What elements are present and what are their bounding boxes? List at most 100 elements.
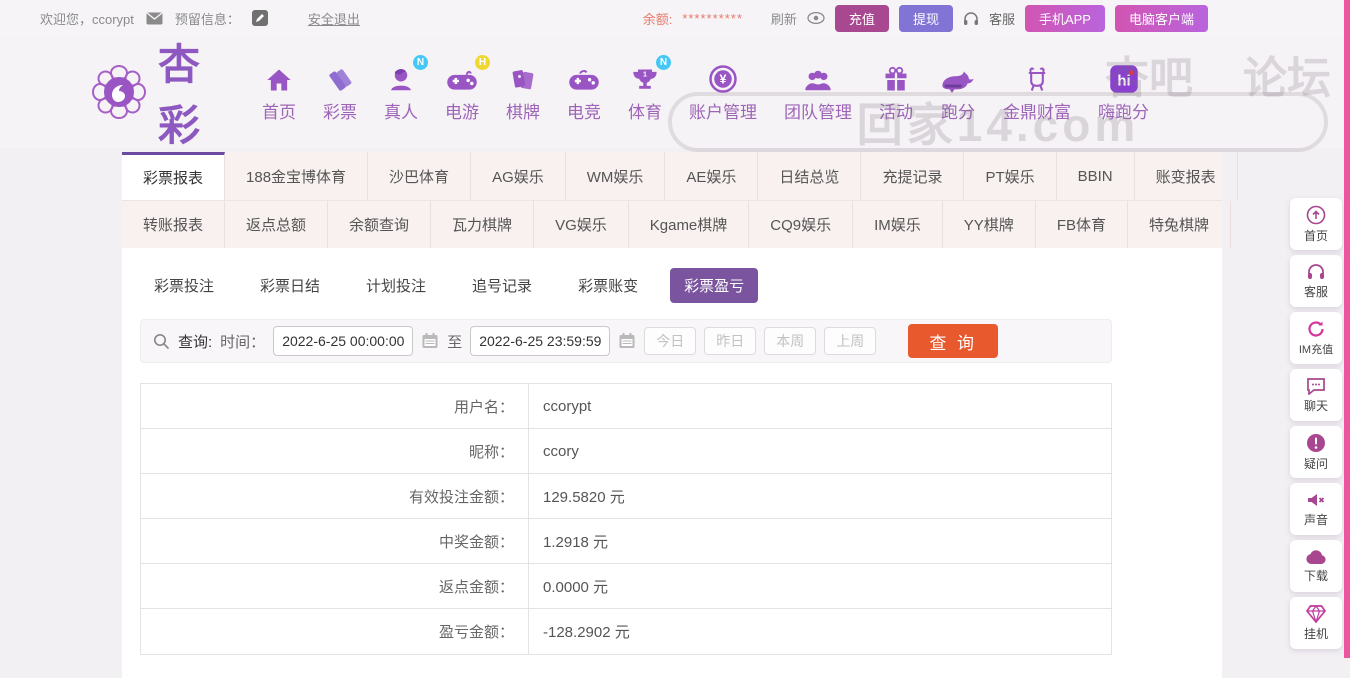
eye-icon[interactable]: [807, 12, 825, 24]
recharge-button[interactable]: 充值: [835, 5, 889, 32]
tab-balance-query[interactable]: 余额查询: [328, 201, 431, 248]
tab-ae[interactable]: AE娱乐: [665, 152, 758, 200]
tab-deposit-withdraw[interactable]: 充提记录: [861, 152, 964, 200]
subtab-lottery-profit-loss[interactable]: 彩票盈亏: [670, 268, 758, 303]
row-label: 中奖金额：: [141, 519, 529, 563]
rail-home[interactable]: 首页: [1290, 198, 1342, 250]
calendar-icon[interactable]: [421, 332, 439, 350]
hi-app-icon: hi: [1109, 62, 1139, 94]
query-label: 查询:: [178, 331, 212, 352]
last-week-button[interactable]: 上周: [824, 327, 876, 355]
tab-saba-sports[interactable]: 沙巴体育: [368, 152, 471, 200]
nav-item-slots[interactable]: H 电游: [445, 62, 479, 123]
report-tabs-row2: 转账报表 返点总额 余额查询 瓦力棋牌 VG娱乐 Kgame棋牌 CQ9娱乐 I…: [122, 200, 1222, 248]
nav-item-account[interactable]: ¥ 账户管理: [689, 62, 757, 123]
tab-wali[interactable]: 瓦力棋牌: [431, 201, 534, 248]
table-row-winnings: 中奖金额： 1.2918 元: [141, 519, 1111, 564]
start-time-input[interactable]: [273, 326, 413, 356]
svg-text:¥: ¥: [720, 72, 727, 86]
rail-chat[interactable]: 聊天: [1290, 369, 1342, 421]
tab-rebate-total[interactable]: 返点总额: [225, 201, 328, 248]
tab-transfer-report[interactable]: 转账报表: [122, 201, 225, 248]
subtab-lottery-daily[interactable]: 彩票日结: [246, 268, 334, 303]
rail-service[interactable]: 客服: [1290, 255, 1342, 307]
nav-label: 跑分: [941, 98, 975, 123]
nav-label: 电竞: [567, 98, 601, 123]
this-week-button[interactable]: 本周: [764, 327, 816, 355]
nav-item-lottery[interactable]: 彩票: [323, 62, 357, 123]
nav-item-live[interactable]: N 真人: [384, 62, 418, 123]
tab-account-change[interactable]: 账变报表: [1135, 152, 1238, 200]
refresh-icon: [1306, 319, 1326, 339]
slots-gamepad-icon: H: [446, 62, 478, 94]
nav-item-boardgames[interactable]: 棋牌: [506, 62, 540, 123]
row-label: 盈亏金额：: [141, 609, 529, 654]
site-logo[interactable]: 杏彩: [90, 31, 238, 153]
subtab-plan-bets[interactable]: 计划投注: [352, 268, 440, 303]
yesterday-button[interactable]: 昨日: [704, 327, 756, 355]
nav-item-home[interactable]: 首页: [262, 62, 296, 123]
tab-cq9[interactable]: CQ9娱乐: [749, 201, 853, 248]
tab-im[interactable]: IM娱乐: [853, 201, 943, 248]
tab-fb[interactable]: FB体育: [1036, 201, 1128, 248]
rail-label: 声音: [1304, 511, 1328, 528]
end-time-input[interactable]: [470, 326, 610, 356]
refresh-label[interactable]: 刷新: [771, 9, 797, 28]
tab-ag[interactable]: AG娱乐: [471, 152, 566, 200]
rail-sound[interactable]: 声音: [1290, 483, 1342, 535]
logout-link[interactable]: 安全退出: [308, 9, 360, 28]
rail-im-recharge[interactable]: IM充值: [1290, 312, 1342, 364]
withdraw-button[interactable]: 提现: [899, 5, 953, 32]
tab-kgame[interactable]: Kgame棋牌: [629, 201, 750, 248]
today-button[interactable]: 今日: [644, 327, 696, 355]
tab-188-sports[interactable]: 188金宝博体育: [225, 152, 368, 200]
coin-icon: ¥: [708, 62, 738, 94]
flower-logo-icon: [90, 63, 148, 121]
query-submit-button[interactable]: 查 询: [908, 324, 998, 358]
tab-bbin[interactable]: BBIN: [1057, 152, 1135, 200]
nav-label: 棋牌: [506, 98, 540, 123]
tab-wm[interactable]: WM娱乐: [566, 152, 666, 200]
tab-tetu[interactable]: 特兔棋牌: [1128, 201, 1231, 248]
nav-label: 账户管理: [689, 98, 757, 123]
tab-vg[interactable]: VG娱乐: [534, 201, 629, 248]
subtab-chase-records[interactable]: 追号记录: [458, 268, 546, 303]
nav-item-activity[interactable]: 活动: [879, 62, 913, 123]
service-label[interactable]: 客服: [989, 9, 1015, 28]
main-panel: 彩票报表 188金宝博体育 沙巴体育 AG娱乐 WM娱乐 AE娱乐 日结总览 充…: [122, 152, 1222, 678]
row-value: 129.5820 元: [529, 474, 625, 518]
edit-icon[interactable]: [252, 10, 268, 26]
tab-yy[interactable]: YY棋牌: [943, 201, 1036, 248]
tab-pt[interactable]: PT娱乐: [964, 152, 1056, 200]
calendar-icon[interactable]: [618, 332, 636, 350]
tab-daily-summary[interactable]: 日结总览: [758, 152, 861, 200]
envelope-icon[interactable]: [146, 12, 163, 25]
pc-client-button[interactable]: 电脑客户端: [1115, 5, 1208, 32]
nav-item-paofen[interactable]: 跑分: [940, 62, 976, 123]
row-value: 1.2918 元: [529, 519, 608, 563]
mobile-app-button[interactable]: 手机APP: [1025, 5, 1105, 32]
rail-label: 聊天: [1304, 397, 1328, 414]
subtab-lottery-bets[interactable]: 彩票投注: [140, 268, 228, 303]
rail-question[interactable]: 疑问: [1290, 426, 1342, 478]
to-label: 至: [447, 331, 462, 352]
nav-item-jinding[interactable]: 金鼎财富: [1003, 62, 1071, 123]
nav-label: 团队管理: [784, 98, 852, 123]
rail-label: 疑问: [1304, 455, 1328, 472]
reserved-info-label: 预留信息：: [175, 9, 240, 28]
nav-item-hipaofen[interactable]: hi 嗨跑分: [1098, 62, 1149, 123]
site-header: 杏彩 首页 彩票 N 真人 H 电游: [0, 36, 1350, 148]
subtab-lottery-account-change[interactable]: 彩票账变: [564, 268, 652, 303]
nav-item-sports[interactable]: 1 N 体育: [628, 62, 662, 123]
nav-item-team[interactable]: 团队管理: [784, 62, 852, 123]
rail-download[interactable]: 下载: [1290, 540, 1342, 592]
query-bar: 查询: 时间： 至 今日 昨日 本周 上周 查 询: [140, 319, 1112, 363]
tab-lottery-report[interactable]: 彩票报表: [122, 152, 225, 200]
svg-text:1: 1: [643, 71, 647, 78]
rail-label: 挂机: [1304, 625, 1328, 642]
balance-value: **********: [682, 11, 743, 26]
row-value: ccorypt: [529, 384, 591, 428]
rail-hangup[interactable]: 挂机: [1290, 597, 1342, 649]
nav-item-esports[interactable]: 电竞: [567, 62, 601, 123]
nav-label: 电游: [445, 98, 479, 123]
